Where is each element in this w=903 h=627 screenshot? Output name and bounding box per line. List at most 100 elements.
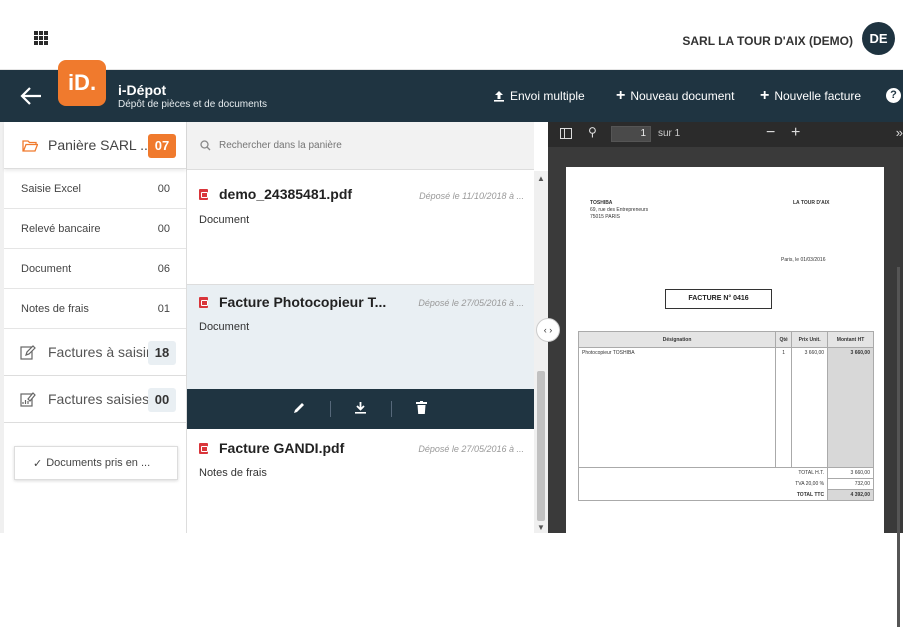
app-navbar: i-Dépot Dépôt de pièces et de documents … [0, 70, 903, 122]
supplier-address: 69, rue des Entrepreneurs [590, 207, 649, 213]
document-chart-icon [20, 392, 36, 407]
nouvelle-facture-button[interactable]: + Nouvelle facture [760, 87, 861, 104]
search-input[interactable] [219, 140, 499, 151]
company-name[interactable]: SARL LA TOUR D'AIX (DEMO) [682, 34, 853, 48]
sidebar-item-label: Document [21, 262, 72, 275]
envoi-multiple-button[interactable]: Envoi multiple [493, 89, 585, 103]
document-action-bar [187, 389, 534, 429]
document-date: Déposé le 11/10/2018 à ... [419, 191, 524, 201]
sidebar-item-notes-de-frais[interactable]: Notes de frais 01 [4, 289, 186, 329]
sidebar-item-count: 00 [157, 222, 170, 235]
sidebar-item-releve-bancaire[interactable]: Relevé bancaire 00 [4, 209, 186, 249]
line-unit-price: 3 660,00 [791, 347, 829, 468]
viewer-toolbar: ⚲ 1 sur 1 − + » [548, 122, 903, 147]
sidebar-item-document[interactable]: Document 06 [4, 249, 186, 289]
search-icon [200, 140, 211, 151]
sidebar-group-label: Factures saisies [48, 391, 150, 407]
sidebar-item-saisie-excel[interactable]: Saisie Excel 00 [4, 169, 186, 209]
zoom-out-icon[interactable]: − [766, 124, 775, 142]
app-subtitle: Dépôt de pièces et de documents [118, 99, 267, 110]
document-item[interactable]: demo_24385481.pdf Déposé le 11/10/2018 à… [187, 171, 534, 283]
line-amount: 3 660,00 [827, 347, 874, 468]
toggle-panel-button[interactable]: ‹ › [536, 318, 560, 342]
sidebar-group-count: 18 [148, 341, 176, 365]
sidebar-group-factures-a-saisir[interactable]: Factures à saisir 18 [4, 329, 186, 376]
total-ttc-value: 4 392,00 [827, 489, 874, 501]
line-qty: 1 [775, 347, 793, 468]
plus-icon: + [616, 87, 626, 104]
sidebar-basket-count: 07 [148, 134, 176, 158]
sidebar-item-label: Relevé bancaire [21, 222, 101, 235]
download-icon[interactable] [331, 401, 391, 417]
supplier-city: 75015 PARIS [590, 214, 620, 220]
app-title: i-Dépot [118, 82, 167, 98]
pdf-icon [199, 443, 208, 454]
tva-value: 732,00 [827, 478, 874, 490]
sidebar-basket-panier[interactable]: Panière SARL ... 07 [4, 122, 186, 169]
document-item[interactable]: Facture GANDI.pdf Déposé le 27/05/2016 à… [187, 429, 534, 533]
sidebar-group-count: 00 [148, 388, 176, 412]
document-title: demo_24385481.pdf [219, 186, 353, 202]
invoice-place-date: Paris, le 01/03/2016 [781, 257, 826, 263]
documents-taken-label: Documents pris en ... [46, 457, 151, 469]
invoice-number: FACTURE N° 0416 [665, 289, 772, 309]
document-item-selected[interactable]: Facture Photocopieur T... Déposé le 27/0… [187, 284, 534, 389]
document-list-panel: demo_24385481.pdf Déposé le 11/10/2018 à… [187, 122, 534, 533]
supplier-name: TOSHIBA [590, 200, 613, 206]
viewer-scrollbar[interactable] [897, 267, 900, 627]
col-amount: Montant HT [827, 331, 874, 348]
nouveau-document-button[interactable]: + Nouveau document [616, 87, 735, 104]
scroll-down-icon[interactable]: ▼ [537, 523, 545, 532]
pdf-page: TOSHIBA 69, rue des Entrepreneurs 75015 … [566, 167, 884, 533]
pdf-icon [199, 189, 208, 200]
total-ht-value: 3 660,00 [827, 467, 874, 479]
top-bar: SARL LA TOUR D'AIX (DEMO) DE [0, 0, 903, 70]
edit-document-icon [20, 345, 36, 360]
envoi-multiple-label: Envoi multiple [510, 89, 585, 103]
scroll-up-icon[interactable]: ▲ [537, 174, 545, 183]
total-ht-label: TOTAL H.T. [577, 467, 829, 479]
invoice-table: Désignation Qté Prix Unit. Montant HT Ph… [577, 331, 874, 501]
trash-icon[interactable] [392, 401, 452, 417]
nouveau-document-label: Nouveau document [630, 89, 735, 103]
search-icon[interactable]: ⚲ [588, 125, 597, 139]
upload-icon [494, 91, 504, 102]
more-tools-icon[interactable]: » [896, 125, 903, 140]
sidebar-toggle-icon[interactable] [560, 128, 572, 139]
plus-icon: + [760, 87, 770, 104]
sidebar-item-label: Saisie Excel [21, 182, 81, 195]
total-ttc-label: TOTAL TTC [577, 489, 829, 501]
page-number-input[interactable]: 1 [611, 126, 651, 142]
page-count: sur 1 [658, 128, 681, 139]
col-unit-price: Prix Unit. [791, 331, 829, 348]
app-logo: iD. [58, 60, 106, 106]
pdf-viewer: ⚲ 1 sur 1 − + » TOSHIBA 69, rue des Entr… [548, 122, 903, 627]
line-designation: Photocopieur TOSHIBA [577, 347, 777, 468]
sidebar-item-count: 01 [157, 302, 170, 315]
documents-taken-button[interactable]: ✓ Documents pris en ... [14, 446, 178, 480]
document-type: Document [199, 214, 250, 226]
zoom-in-icon[interactable]: + [791, 124, 800, 142]
help-icon[interactable]: ? [886, 88, 901, 103]
document-title: Facture Photocopieur T... [219, 294, 387, 310]
document-date: Déposé le 27/05/2016 à ... [418, 444, 524, 454]
back-arrow-icon[interactable] [20, 86, 42, 106]
pdf-icon [199, 297, 208, 308]
document-type: Notes de frais [199, 467, 267, 479]
apps-grid-icon[interactable] [34, 31, 48, 45]
check-icon: ✓ [33, 457, 43, 470]
document-title: Facture GANDI.pdf [219, 440, 345, 456]
sidebar-group-factures-saisies[interactable]: Factures saisies 00 [4, 376, 186, 423]
avatar[interactable]: DE [862, 22, 895, 55]
sidebar-basket-label: Panière SARL ... [48, 137, 152, 153]
col-designation: Désignation [577, 331, 777, 348]
sidebar-item-label: Notes de frais [21, 302, 89, 315]
sidebar-group-label: Factures à saisir [48, 344, 151, 360]
folder-open-icon [22, 139, 38, 152]
client-name: LA TOUR D'AIX [793, 200, 830, 206]
list-scrollbar[interactable] [534, 171, 548, 533]
search-bar [187, 122, 534, 170]
col-qty: Qté [775, 331, 793, 348]
scrollbar-thumb[interactable] [537, 371, 545, 521]
edit-icon[interactable] [270, 401, 330, 417]
